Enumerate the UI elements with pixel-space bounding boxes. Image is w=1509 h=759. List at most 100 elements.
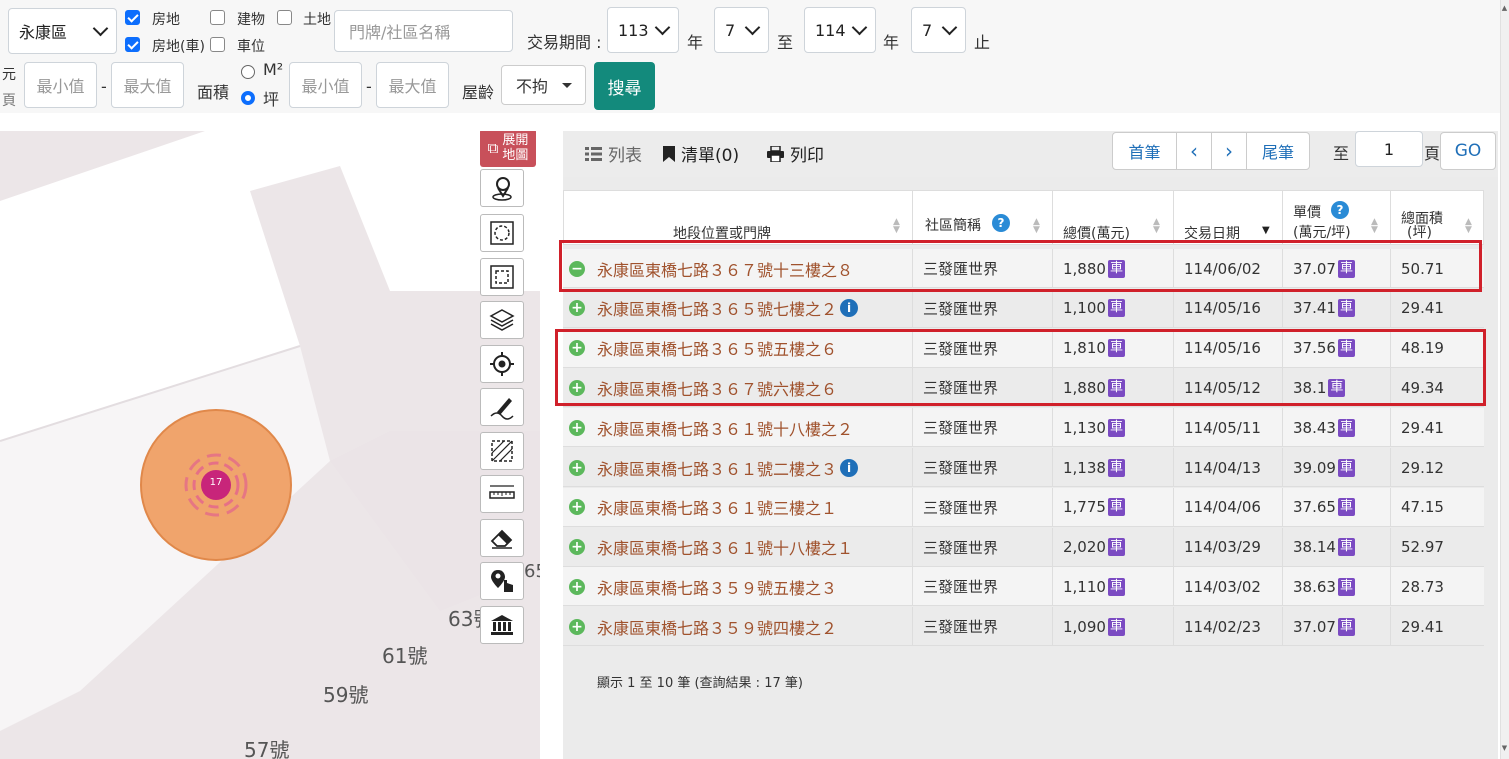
parking-tag: 車: [1337, 577, 1355, 596]
page-prev-button[interactable]: ‹: [1176, 132, 1212, 170]
map-tool-landmark[interactable]: [480, 606, 524, 644]
map-tool-my-location[interactable]: [480, 345, 524, 383]
cell-area: 29.41: [1391, 289, 1484, 328]
map-tool-area[interactable]: [480, 432, 524, 470]
expand-map-button[interactable]: ⧉ 展開 地圖: [480, 131, 536, 167]
cell-text: 三發匯世界: [923, 459, 999, 477]
header-area[interactable]: 總面積 (坪) ▲ ▼: [1391, 190, 1484, 245]
page-go-button[interactable]: GO: [1440, 132, 1496, 170]
page-next-button[interactable]: ›: [1211, 132, 1247, 170]
map-tool-pin-tap[interactable]: [480, 562, 524, 600]
address-link[interactable]: 永康區東橋七路３６１號十八樓之２: [597, 416, 853, 440]
area-max-input[interactable]: 最大值: [376, 62, 449, 108]
cell-total: 1,100 車: [1053, 288, 1174, 328]
address-link[interactable]: 永康區東橋七路３５９號五樓之３: [597, 575, 837, 599]
cell-date: 114/04/13: [1174, 448, 1283, 487]
cell-text: 三發匯世界: [923, 618, 999, 637]
map-tool-locate-pin[interactable]: [480, 169, 524, 207]
checkbox-land-building[interactable]: [125, 10, 140, 25]
address-link[interactable]: 永康區東橋七路３６１號二樓之３: [597, 456, 837, 480]
header-community[interactable]: 社區簡稱 ? ▲ ▼: [913, 190, 1053, 245]
parking-tag: 車: [1107, 418, 1125, 437]
radio-m2[interactable]: [241, 65, 255, 79]
unit-ping-label: 坪: [263, 90, 280, 109]
table-row[interactable]: + 永康區東橋七路３５９號四樓之２ 三發匯世界 1,090 車 114/02/23 37.0…: [563, 607, 1484, 647]
expand-icon[interactable]: +: [569, 578, 585, 595]
month-from-select[interactable]: 7: [714, 7, 769, 53]
print-button[interactable]: 列印: [767, 141, 824, 166]
radio-ping[interactable]: [241, 91, 255, 105]
year-from-select[interactable]: 113: [607, 7, 679, 53]
year-unit-1: 年: [687, 33, 704, 52]
district-value: 永康區: [19, 23, 68, 42]
info-icon[interactable]: i: [840, 458, 859, 477]
table-row[interactable]: + 永康區東橋七路３６１號二樓之３ i 三發匯世界 1,138 車 114/04/13 39.…: [563, 448, 1484, 487]
expand-icon[interactable]: +: [569, 419, 585, 436]
page-last-button[interactable]: 尾筆: [1246, 132, 1310, 170]
table-row[interactable]: + 永康區東橋七路３６１號三樓之１ 三發匯世界 1,775 車 114/04/06 37.6…: [563, 487, 1484, 527]
cell-text: 29.41: [1401, 299, 1444, 318]
price-max-input[interactable]: 最大值: [111, 62, 184, 108]
street-label-61: 61號: [382, 644, 428, 668]
scrollbar[interactable]: [1500, 0, 1509, 759]
expand-icon[interactable]: +: [569, 459, 585, 476]
checkbox-parking[interactable]: [210, 37, 225, 52]
cell-text: 1,090: [1063, 617, 1106, 636]
address-link[interactable]: 永康區東橋七路３６１號十八樓之１: [597, 535, 853, 559]
header-total-price[interactable]: 總價(萬元) ▲ ▼: [1053, 190, 1174, 245]
address-link[interactable]: 永康區東橋七路３５９號四樓之２: [597, 615, 837, 639]
area-min-input[interactable]: 最小值: [289, 62, 362, 108]
page-first-button[interactable]: 首筆: [1112, 132, 1177, 170]
cell-text: 三發匯世界: [923, 578, 999, 597]
address-link[interactable]: 永康區東橋七路３６１號三樓之１: [597, 495, 837, 519]
map-tool-ruler[interactable]: [480, 475, 524, 513]
page-number-value: 1: [1383, 139, 1395, 159]
cell-text: 114/03/29: [1184, 538, 1261, 557]
scrollbar-up-arrow[interactable]: ▲: [1500, 4, 1509, 12]
info-icon[interactable]: i: [840, 299, 859, 318]
map-tool-eraser[interactable]: [480, 519, 524, 557]
scrollbar-down-arrow[interactable]: ▼: [1500, 744, 1509, 752]
checkbox-land[interactable]: [277, 10, 292, 25]
print-label: 列印: [790, 146, 824, 166]
address-link[interactable]: 永康區東橋七路３６５號七樓之２: [597, 296, 837, 320]
expand-icon[interactable]: +: [569, 539, 585, 556]
map-tool-draw[interactable]: [480, 388, 524, 426]
table-row[interactable]: + 永康區東橋七路３６５號七樓之２ i 三發匯世界 1,100 車 114/05/16 37.…: [563, 288, 1484, 328]
age-dropdown[interactable]: 不拘: [501, 65, 586, 105]
cell-area: 47.15: [1391, 488, 1484, 527]
cell-text: 114/05/16: [1184, 299, 1261, 318]
bookmark-list-button[interactable]: 清單(0): [663, 141, 739, 166]
header-unit-price[interactable]: 單價 ? (萬元/坪) ▲ ▼: [1283, 190, 1391, 245]
table-row[interactable]: + 永康區東橋七路３５９號五樓之３ 三發匯世界 1,110 車 114/03/02 38.6…: [563, 567, 1484, 607]
price-min-input[interactable]: 最小值: [24, 62, 97, 108]
help-icon[interactable]: ?: [992, 214, 1010, 232]
parking-tag: 車: [1107, 498, 1125, 517]
checkbox-building[interactable]: [210, 10, 225, 25]
search-button[interactable]: 搜尋: [594, 62, 655, 110]
map-tool-circle-select[interactable]: [480, 214, 524, 252]
map-tool-rect-select[interactable]: [480, 258, 524, 296]
map-tool-layers[interactable]: [480, 301, 524, 339]
address-input[interactable]: 門牌/社區名稱: [334, 10, 513, 52]
expand-icon[interactable]: +: [569, 499, 585, 516]
table-row[interactable]: + 永康區東橋七路３６１號十八樓之１ 三發匯世界 2,020 車 114/03/29 38.…: [563, 527, 1484, 567]
cell-area: 28.73: [1391, 567, 1484, 606]
month-to-select[interactable]: 7: [911, 7, 966, 53]
cell-text: 三發匯世界: [923, 538, 999, 557]
sort-icon: ▲ ▼: [1033, 217, 1040, 235]
help-icon[interactable]: ?: [1331, 201, 1349, 219]
header-address[interactable]: 地段位置或門牌 ▲ ▼: [563, 190, 913, 245]
checkbox-land-building-parking[interactable]: [125, 37, 140, 52]
table-row[interactable]: + 永康區東橋七路３６１號十八樓之２ 三發匯世界 1,130 車 114/05/11 38.…: [563, 408, 1484, 448]
year-to-select[interactable]: 114: [804, 7, 876, 53]
list-label: 列表: [608, 146, 642, 166]
header-date[interactable]: 交易日期 ▼: [1174, 190, 1283, 245]
expand-map-label: 展開 地圖: [502, 133, 528, 163]
district-select[interactable]: 永康區: [8, 8, 117, 54]
map-view[interactable]: 17 63號 61號 59號 57號 65 ⧉ 展開地圖: [0, 131, 540, 759]
list-view-button[interactable]: 列表: [585, 141, 642, 166]
page-number-input[interactable]: 1: [1355, 131, 1423, 167]
expand-icon[interactable]: +: [569, 618, 585, 635]
expand-icon[interactable]: +: [569, 300, 585, 317]
